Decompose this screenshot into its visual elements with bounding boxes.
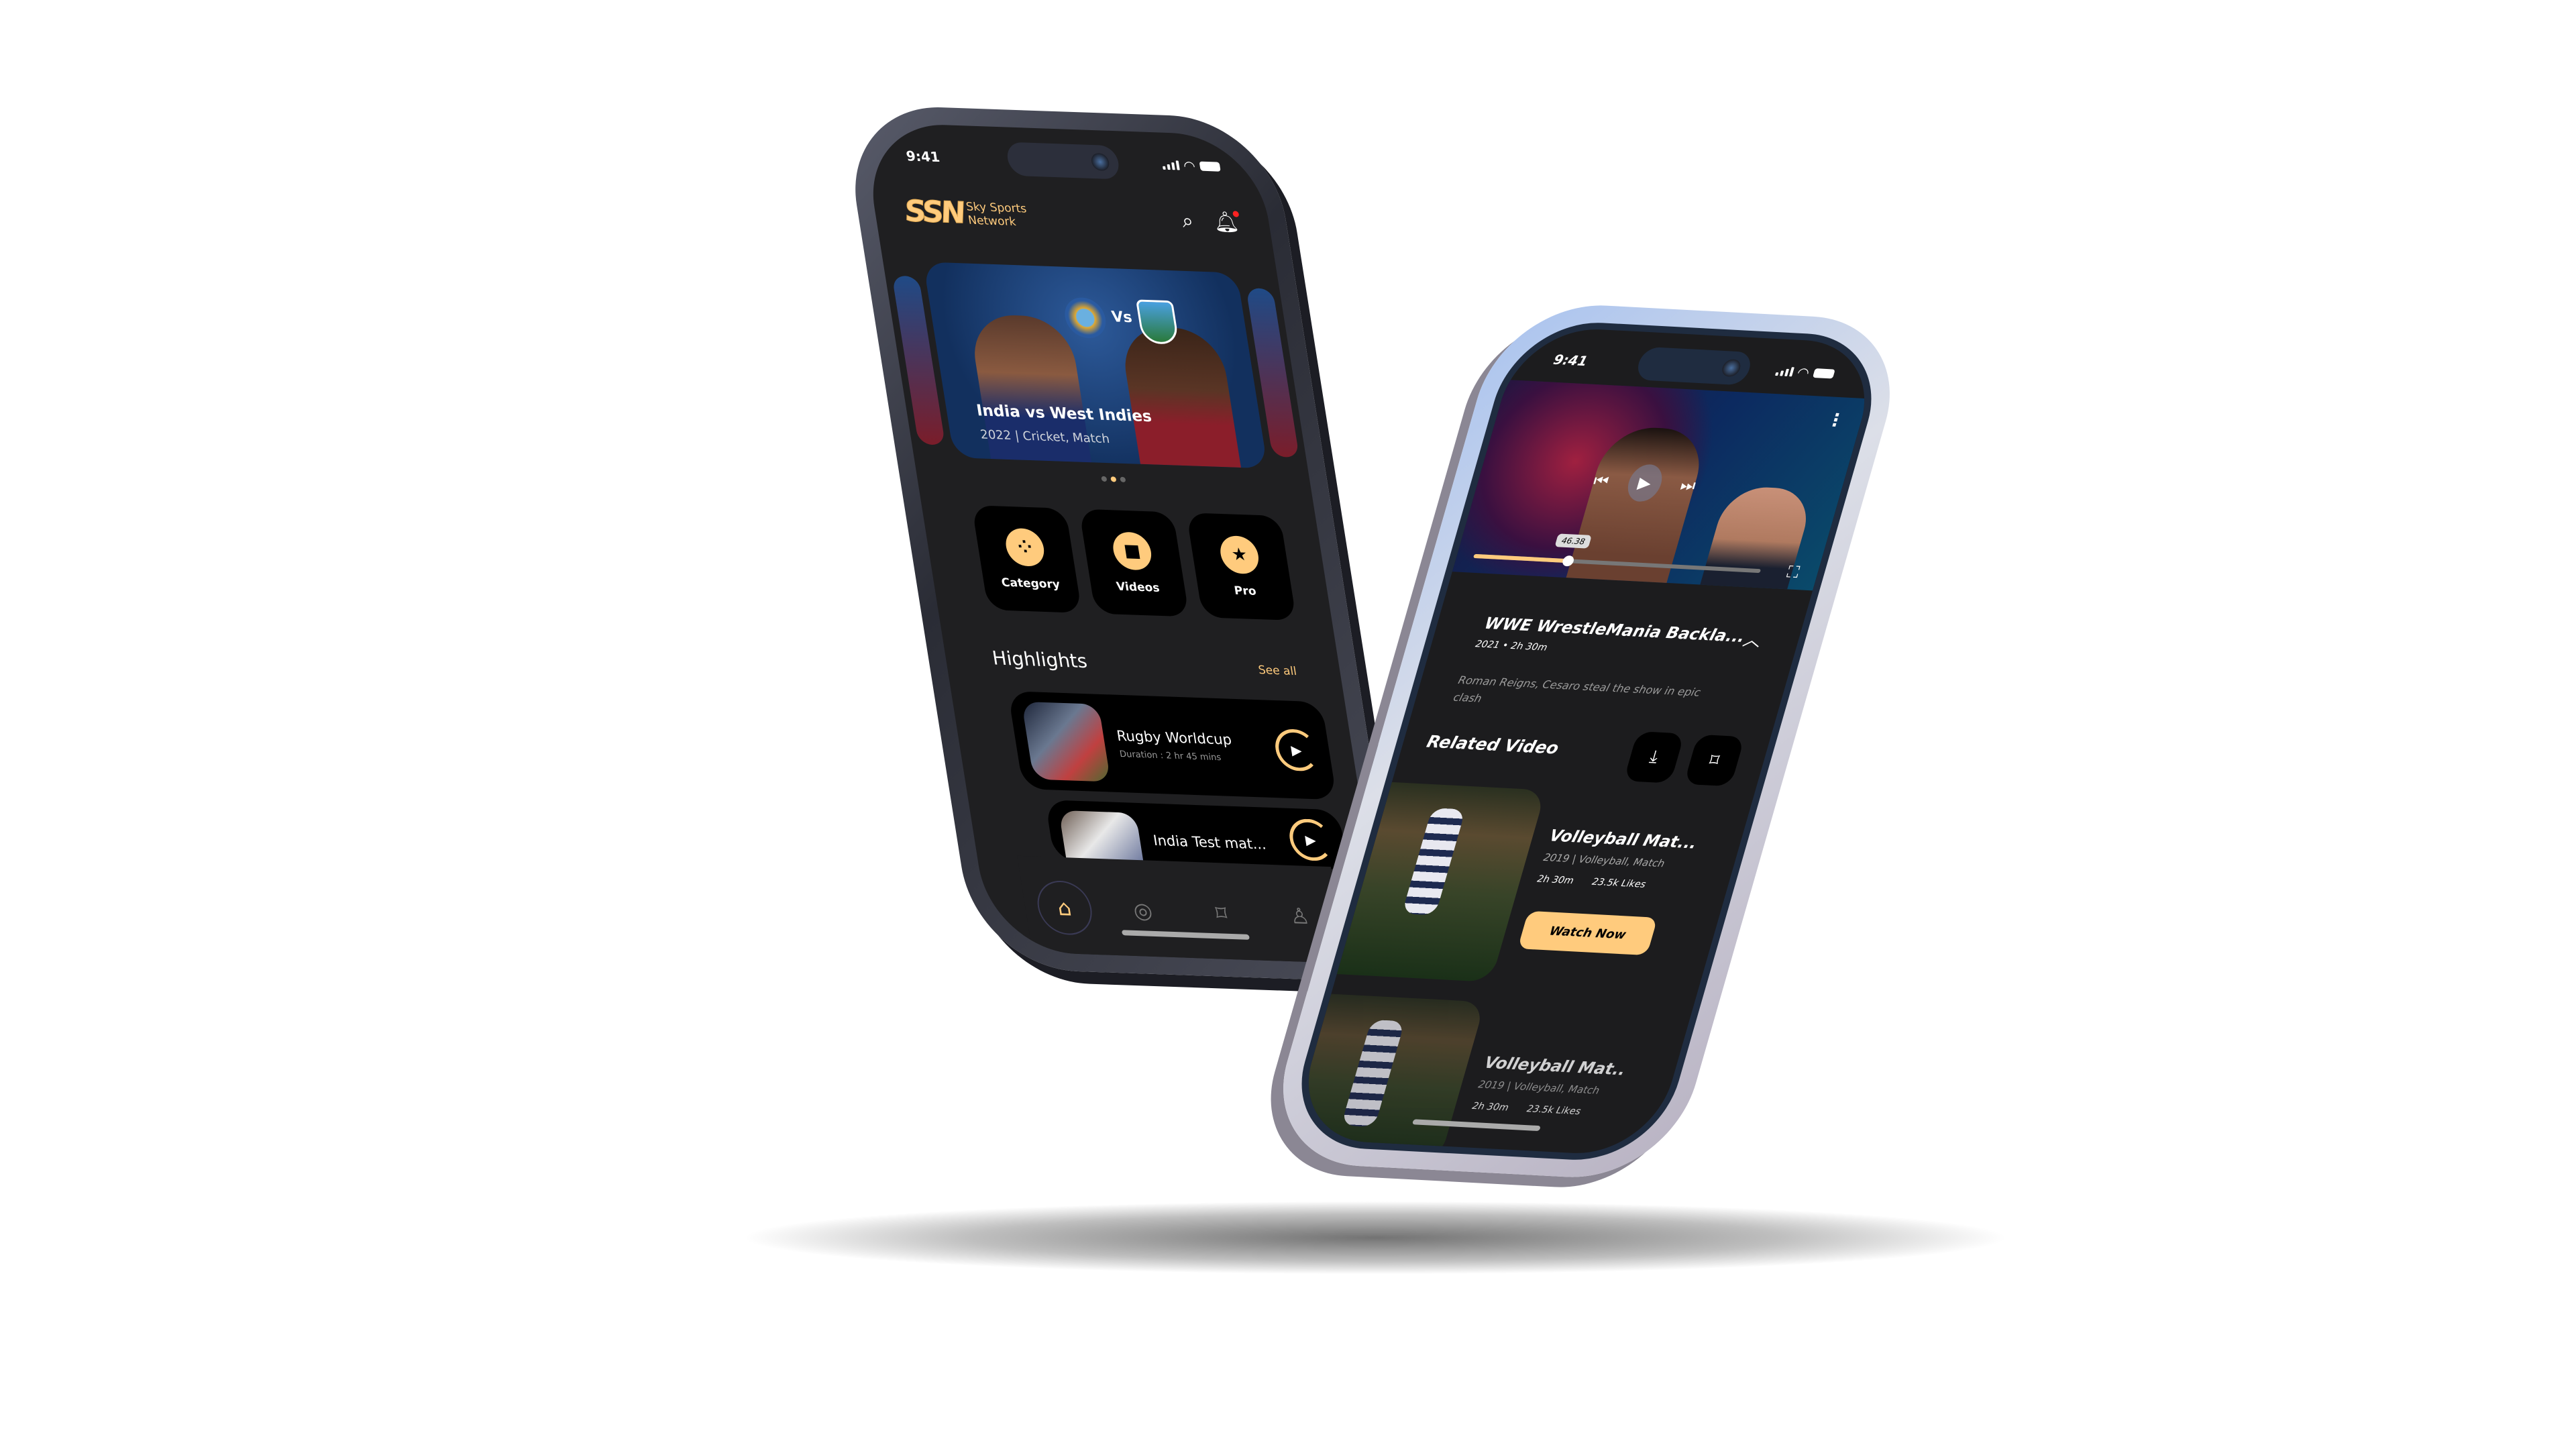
bookmark-button[interactable]: ⌑: [1683, 734, 1746, 787]
grid-icon: ⁘: [1003, 527, 1047, 567]
carousel-dots[interactable]: [1101, 476, 1126, 483]
battery-icon: [1812, 368, 1835, 379]
vs-label: Vs: [1110, 309, 1134, 327]
featured-card[interactable]: Vs India vs West Indies 2022 | Cricket, …: [922, 262, 1268, 469]
video-player[interactable]: ⋮ ⏮ ▶ ⏭ 46.38 ⛶: [1452, 380, 1868, 591]
quick-link-label: Pro: [1233, 584, 1258, 598]
phone-home: 9:41 ◠ SSN Sky Sports Network ⌕ 🔔︎ Vs Ind…: [841, 103, 1407, 983]
see-all-link[interactable]: See all: [1257, 663, 1297, 678]
download-file-icon: ⤓: [1647, 747, 1661, 767]
video-meta: 2021 • 2h 30m: [1474, 639, 1549, 653]
seek-progress: [1473, 553, 1569, 564]
more-options-icon[interactable]: ⋮: [1824, 410, 1847, 431]
video-description: Roman Reigns, Cesaro steal the show in e…: [1452, 674, 1703, 705]
related-thumbnail: [1285, 994, 1486, 1161]
signal-icon: [1774, 366, 1794, 377]
highlight-item[interactable]: Rugby Worldcup Duration : 2 hr 45 mins ▶: [1008, 691, 1337, 800]
player-image: [1118, 325, 1241, 468]
floor-shadow: [738, 1201, 2012, 1275]
related-meta: 2019 | Volleyball, Match: [1542, 851, 1666, 869]
video-camera-icon: ■: [1110, 531, 1155, 571]
watch-now-button[interactable]: Watch Now: [1517, 910, 1658, 955]
signal-icon: [1161, 160, 1180, 170]
bottom-nav: ⌂ ◎ ⌑ ♙: [1017, 855, 1347, 965]
highlights-heading: Highlights: [990, 647, 1089, 673]
next-icon[interactable]: ⏭: [1678, 476, 1699, 495]
quick-link-label: Category: [1000, 576, 1061, 592]
seek-timestamp: 46.38: [1554, 533, 1593, 549]
logo-mark: SSN: [902, 194, 967, 231]
related-item[interactable]: Volleyball Mat... 2019 | Volleyball, Mat…: [1336, 782, 1752, 993]
status-time: 9:41: [1552, 351, 1590, 370]
carousel-dot[interactable]: [1101, 476, 1108, 482]
quick-link-label: Videos: [1115, 580, 1161, 595]
play-button[interactable]: ▶: [1623, 464, 1666, 502]
related-item[interactable]: Volleyball Mat.. 2019 | Volleyball, Matc…: [1285, 994, 1691, 1165]
notification-dot: [1232, 211, 1240, 217]
bookmark-icon: ⌑: [1707, 750, 1722, 771]
featured-carousel[interactable]: Vs India vs West Indies 2022 | Cricket, …: [883, 260, 1308, 470]
play-icon[interactable]: ▶: [1286, 818, 1335, 862]
highlight-title: Rugby Worldcup: [1115, 727, 1233, 748]
related-likes: 23.5k Likes: [1591, 876, 1648, 890]
nav-home-icon[interactable]: ⌂: [1033, 879, 1095, 936]
related-duration: 2h 30m: [1470, 1100, 1510, 1114]
detail-screen: 9:41 ◠ ⋮ ⏮ ▶ ⏭ 46.38 ⛶ WWE WrestleMania …: [1281, 318, 1892, 1165]
nav-profile-icon[interactable]: ♙: [1269, 888, 1331, 944]
wifi-icon: ◠: [1796, 364, 1811, 381]
related-video-heading: Related Video: [1424, 731, 1562, 758]
related-title: Volleyball Mat..: [1482, 1053, 1628, 1079]
related-meta: 2019 | Volleyball, Match: [1477, 1078, 1601, 1097]
previous-icon[interactable]: ⏮: [1591, 471, 1611, 490]
highlight-title: India Test mat...: [1152, 832, 1267, 853]
pro-star-icon: ★: [1218, 535, 1262, 574]
logo-line2: Network: [967, 213, 1017, 229]
highlight-thumbnail: [1021, 701, 1111, 782]
quick-link-category[interactable]: ⁘ Category: [971, 505, 1082, 613]
notification-bell-icon[interactable]: 🔔︎: [1212, 210, 1241, 235]
carousel-dot-active[interactable]: [1110, 476, 1117, 482]
related-title: Volleyball Mat...: [1547, 826, 1700, 853]
carousel-dot[interactable]: [1120, 476, 1126, 483]
status-time: 9:41: [905, 148, 941, 166]
play-icon[interactable]: ▶: [1272, 728, 1321, 771]
wifi-icon: ◠: [1183, 157, 1196, 174]
battery-icon: [1199, 161, 1221, 172]
quick-link-pro[interactable]: ★ Pro: [1186, 513, 1297, 621]
download-button[interactable]: ⤓: [1623, 731, 1685, 784]
related-likes: 23.5k Likes: [1525, 1104, 1582, 1118]
brand-logo[interactable]: SSN Sky Sports Network: [902, 194, 1030, 233]
highlight-duration: Duration : 2 hr 45 mins: [1118, 749, 1222, 763]
quick-link-videos[interactable]: ■ Videos: [1079, 508, 1189, 617]
related-thumbnail: [1336, 782, 1546, 983]
search-icon[interactable]: ⌕: [1180, 209, 1195, 233]
india-crest-icon: [1062, 297, 1109, 339]
home-screen: 9:41 ◠ SSN Sky Sports Network ⌕ 🔔︎ Vs Ind…: [861, 121, 1387, 965]
related-duration: 2h 30m: [1536, 873, 1575, 886]
